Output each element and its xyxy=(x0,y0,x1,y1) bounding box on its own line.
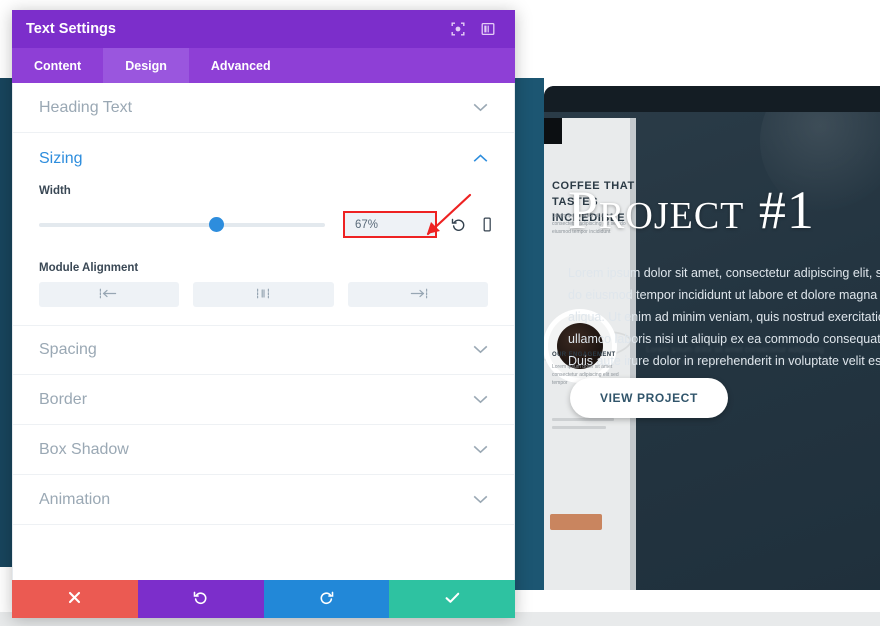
mobile-device-icon[interactable] xyxy=(480,217,494,232)
placeholder-line xyxy=(552,418,614,421)
width-control-row: 67% xyxy=(39,211,491,238)
layout-panel-icon[interactable] xyxy=(475,16,501,42)
modal-body: Heading Text Sizing Width 67% Module Ali… xyxy=(12,83,515,580)
preview-left-navy-edge xyxy=(0,78,12,567)
chevron-down-icon xyxy=(473,441,488,459)
chevron-down-icon xyxy=(473,341,488,359)
chevron-down-icon xyxy=(473,391,488,409)
chevron-down-icon xyxy=(473,491,488,509)
accordion-label: Spacing xyxy=(39,341,97,358)
redo-arrow-icon xyxy=(319,590,334,609)
page-title: Text Settings xyxy=(26,21,116,37)
modal-header: Text Settings xyxy=(12,10,515,48)
accordion-sizing[interactable]: Sizing xyxy=(39,133,488,185)
width-input[interactable]: 67% xyxy=(343,211,437,238)
chevron-up-icon xyxy=(473,150,488,168)
close-button[interactable] xyxy=(12,580,138,618)
accordion-label: Box Shadow xyxy=(39,440,129,458)
accordion-animation[interactable]: Animation xyxy=(13,475,514,525)
width-slider[interactable] xyxy=(39,217,325,232)
width-label: Width xyxy=(39,185,71,197)
save-button[interactable] xyxy=(389,580,515,618)
accordion-border[interactable]: Border xyxy=(13,375,514,425)
align-center-button[interactable] xyxy=(193,282,334,307)
width-input-value: 67% xyxy=(355,218,379,231)
module-alignment-label: Module Alignment xyxy=(39,262,139,274)
undo-button[interactable] xyxy=(137,580,264,618)
align-center-icon xyxy=(253,286,273,304)
screen: COFFEE THAT TASTES INCREDIBLE Lorem ipsu… xyxy=(0,0,880,626)
undo-arrow-icon xyxy=(193,590,208,609)
view-project-button[interactable]: VIEW PROJECT xyxy=(570,378,728,418)
accordion-box-shadow[interactable]: Box Shadow xyxy=(13,425,514,475)
undo-arrow-icon[interactable] xyxy=(451,217,466,232)
tab-content[interactable]: Content xyxy=(12,48,103,83)
tab-design[interactable]: Design xyxy=(103,48,189,83)
inner-preview-badge xyxy=(550,514,602,530)
modal-footer xyxy=(12,580,515,618)
accordion-spacing[interactable]: Spacing xyxy=(13,325,514,375)
placeholder-line xyxy=(552,426,606,429)
accordion-heading-text[interactable]: Heading Text xyxy=(13,83,514,133)
checkmark-icon xyxy=(445,591,460,608)
width-slider-handle[interactable] xyxy=(208,217,224,232)
align-left-button[interactable] xyxy=(39,282,180,307)
sizing-section: Sizing Width 67% Module Alignment xyxy=(13,133,514,307)
close-x-icon xyxy=(68,591,81,608)
accordion-label: Sizing xyxy=(39,150,83,167)
module-alignment-group xyxy=(39,282,488,307)
tab-advanced[interactable]: Advanced xyxy=(189,48,293,83)
align-left-icon xyxy=(99,286,119,304)
focus-target-icon[interactable] xyxy=(445,16,471,42)
accordion-label: Heading Text xyxy=(39,98,133,116)
preview-hero-heading: Project #1 xyxy=(568,180,815,240)
text-settings-modal: Text Settings Content Design Advanced He… xyxy=(12,10,515,618)
modal-tab-bar: Content Design Advanced xyxy=(12,48,515,83)
accordion-label: Animation xyxy=(39,490,111,508)
inner-preview-topbar xyxy=(544,118,562,144)
preview-hero-paragraph: Lorem ipsum dolor sit amet, consectetur … xyxy=(568,266,880,368)
align-right-icon xyxy=(408,286,428,304)
align-right-button[interactable] xyxy=(347,282,488,307)
chevron-down-icon xyxy=(473,99,488,117)
redo-button[interactable] xyxy=(263,580,390,618)
accordion-label: Border xyxy=(39,390,88,408)
